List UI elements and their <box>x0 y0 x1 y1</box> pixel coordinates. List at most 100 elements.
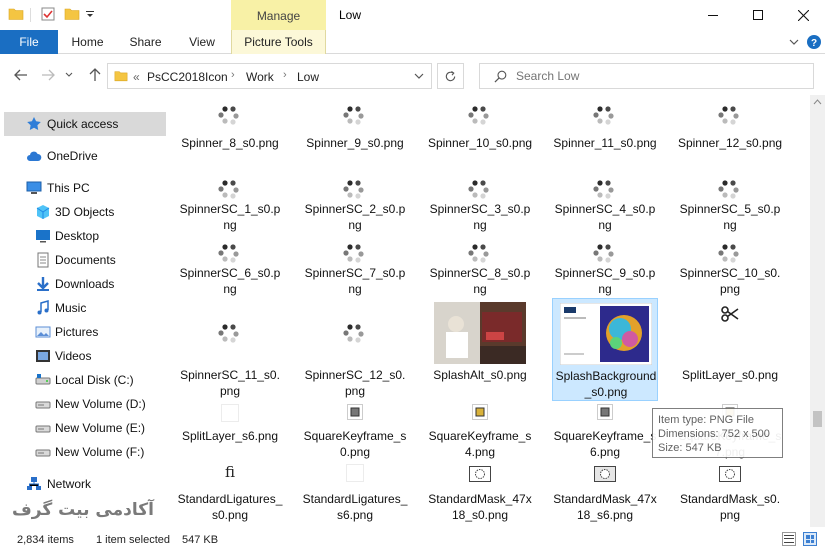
file-name-label: StandardLigatures_s6.png <box>302 492 408 522</box>
forward-button[interactable] <box>38 65 58 85</box>
chevron-down-icon <box>65 72 73 77</box>
file-item[interactable]: SpinnerSC_5_s0.png <box>677 169 783 235</box>
large-icons-view-button[interactable] <box>803 532 817 546</box>
back-button[interactable] <box>11 65 31 85</box>
file-item[interactable]: SpinnerSC_1_s0.png <box>177 169 283 235</box>
file-name-label: SpinnerSC_4_s0.png <box>554 202 656 232</box>
file-item[interactable]: SquareKeyframe_s0.png <box>302 400 408 462</box>
spinner-thumbnail-icon <box>465 174 495 204</box>
file-item[interactable]: SpinnerSC_8_s0.png <box>427 233 533 299</box>
scroll-up-icon[interactable] <box>813 99 822 105</box>
sidebar-item-label: Desktop <box>55 229 100 243</box>
file-name-label: StandardMask_s0.png <box>679 492 781 522</box>
file-item[interactable]: Spinner_11_s0.png <box>552 95 658 169</box>
file-item[interactable]: SpinnerSC_2_s0.png <box>302 169 408 235</box>
tooltip-dimensions: Dimensions: 752 x 500 <box>658 428 770 440</box>
tab-home[interactable]: Home <box>60 30 115 54</box>
file-item[interactable]: StandardMask_s0.png <box>677 460 783 525</box>
tab-share[interactable]: Share <box>118 30 173 54</box>
file-item[interactable]: SpinnerSC_3_s0.png <box>427 169 533 235</box>
minimize-button[interactable] <box>690 0 736 30</box>
local-disk-icon <box>35 374 51 385</box>
tab-picture-tools[interactable]: Picture Tools <box>231 30 326 54</box>
sidebar-item-local-disk-c[interactable]: Local Disk (C:) <box>0 368 168 392</box>
maximize-button[interactable] <box>735 0 781 30</box>
sidebar-item-new-volume-f[interactable]: New Volume (F:) <box>0 440 168 464</box>
breadcrumb-item[interactable]: Low <box>297 70 319 84</box>
file-item[interactable]: StandardMask_47x18_s0.png <box>427 460 533 525</box>
tab-view[interactable]: View <box>176 30 228 54</box>
file-item[interactable]: SplitLayer_s0.png <box>677 298 783 401</box>
new-folder-icon[interactable] <box>64 6 80 22</box>
vertical-scrollbar[interactable] <box>810 95 825 527</box>
tab-file[interactable]: File <box>0 30 58 54</box>
sidebar-item-videos[interactable]: Videos <box>0 344 168 368</box>
scrollbar-thumb[interactable] <box>813 411 822 427</box>
file-item[interactable]: SpinnerSC_10_s0.png <box>677 233 783 299</box>
file-item[interactable]: StandardMask_47x18_s6.png <box>552 460 658 525</box>
file-item[interactable]: Spinner_10_s0.png <box>427 95 533 169</box>
file-item[interactable]: SplitLayer_s6.png <box>177 400 283 462</box>
file-item[interactable]: SpinnerSC_11_s0.png <box>177 298 283 401</box>
sidebar-item-3d-objects[interactable]: 3D Objects <box>0 200 168 224</box>
file-item[interactable]: Spinner_8_s0.png <box>177 95 283 169</box>
sidebar-item-new-volume-d[interactable]: New Volume (D:) <box>0 392 168 416</box>
sidebar-item-desktop[interactable]: Desktop <box>0 224 168 248</box>
up-button[interactable] <box>85 65 105 85</box>
file-item[interactable]: SpinnerSC_6_s0.png <box>177 233 283 299</box>
file-name-label: SpinnerSC_3_s0.png <box>429 202 531 232</box>
search-input[interactable] <box>516 68 796 84</box>
file-item[interactable]: SpinnerSC_12_s0.png <box>302 298 408 401</box>
file-item[interactable]: SplashBackground_s0.png <box>552 298 658 401</box>
file-name-label: Spinner_12_s0.png <box>677 136 783 150</box>
sidebar-item-downloads[interactable]: Downloads <box>0 272 168 296</box>
file-info-tooltip: Item type: PNG File Dimensions: 752 x 50… <box>652 408 783 458</box>
help-icon: ? <box>807 35 821 49</box>
navigation-pane: Quick access OneDrive This PC 3D Objects Des… <box>0 95 168 527</box>
search-box[interactable] <box>479 63 814 89</box>
breadcrumb-separator-icon[interactable]: › <box>231 69 235 81</box>
customize-toolbar-icon[interactable] <box>85 9 95 19</box>
file-name-label: SquareKeyframe_s4.png <box>428 429 532 459</box>
sidebar-item-network[interactable]: Network <box>0 472 168 496</box>
keyframe-thumbnail-icon <box>472 404 488 420</box>
spinner-thumbnail-icon <box>340 238 370 268</box>
tooltip-size: Size: 547 KB <box>658 442 722 454</box>
expand-ribbon-button[interactable] <box>786 34 802 50</box>
file-item[interactable]: SpinnerSC_4_s0.png <box>552 169 658 235</box>
file-name-label: SpinnerSC_2_s0.png <box>304 202 406 232</box>
file-item[interactable]: SquareKeyframe_s4.png <box>427 400 533 462</box>
file-item[interactable]: Spinner_9_s0.png <box>302 95 408 169</box>
file-item[interactable]: SplashAlt_s0.png <box>427 298 533 401</box>
chevron-down-icon[interactable] <box>414 73 424 79</box>
sidebar-item-music[interactable]: Music <box>0 296 168 320</box>
close-button[interactable] <box>780 0 825 30</box>
refresh-button[interactable] <box>437 63 464 89</box>
sidebar-item-pictures[interactable]: Pictures <box>0 320 168 344</box>
breadcrumb-separator-icon[interactable]: › <box>283 69 287 81</box>
minimize-icon <box>708 15 718 16</box>
sidebar-item-new-volume-e[interactable]: New Volume (E:) <box>0 416 168 440</box>
file-item[interactable]: SquareKeyframe_s6.png <box>552 400 658 462</box>
sidebar-item-label: Videos <box>55 349 92 363</box>
breadcrumb-overflow[interactable]: « <box>133 70 140 84</box>
details-view-button[interactable] <box>782 532 796 546</box>
sidebar-item-this-pc[interactable]: This PC <box>0 176 168 200</box>
watermark-text: آکادمی بیت گرف <box>12 500 154 520</box>
sidebar-item-onedrive[interactable]: OneDrive <box>0 144 168 168</box>
file-item[interactable]: StandardLigatures_s6.png <box>302 460 408 525</box>
help-button[interactable]: ? <box>806 34 822 50</box>
file-item[interactable]: Spinner_12_s0.png <box>677 95 783 169</box>
breadcrumb-item[interactable]: Work <box>246 70 274 84</box>
sidebar-item-documents[interactable]: Documents <box>0 248 168 272</box>
properties-icon[interactable] <box>40 6 56 22</box>
file-item[interactable]: fi StandardLigatures_s0.png <box>177 460 283 525</box>
file-name-label: SpinnerSC_8_s0.png <box>429 266 531 296</box>
sidebar-item-label: Documents <box>55 253 116 267</box>
address-bar[interactable]: « PsCC2018Icon › Work › Low <box>107 63 432 89</box>
sidebar-item-quick-access[interactable]: Quick access <box>4 112 166 136</box>
breadcrumb-item[interactable]: PsCC2018Icon <box>147 70 228 84</box>
recent-locations-button[interactable] <box>62 65 76 85</box>
file-item[interactable]: SpinnerSC_7_s0.png <box>302 233 408 299</box>
file-item[interactable]: SpinnerSC_9_s0.png <box>552 233 658 299</box>
